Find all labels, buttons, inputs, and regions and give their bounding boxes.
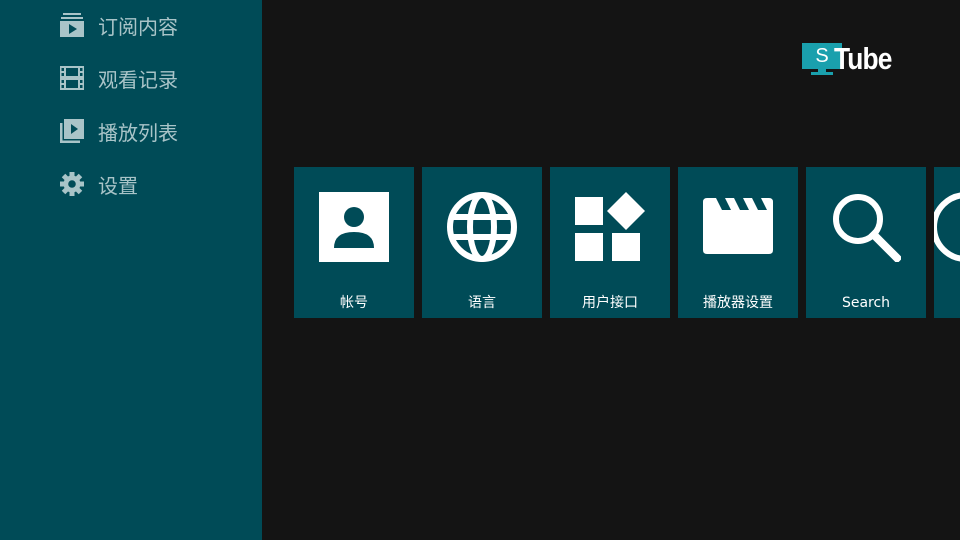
sidebar-item-label: 观看记录 xyxy=(98,67,178,92)
sidebar-item-label: 订阅内容 xyxy=(98,14,178,39)
card-player-settings[interactable]: 播放器设置 xyxy=(678,167,798,318)
sidebar-item-settings[interactable]: 设置 xyxy=(58,167,138,201)
search-icon xyxy=(833,194,901,262)
card-language[interactable]: 语言 xyxy=(422,167,542,318)
globe-icon xyxy=(447,192,517,262)
app-root: 订阅内容 观看记录 播放列表 设置 S Tube 帐号 语言 用户接口 播放器设… xyxy=(0,0,960,540)
history-film-icon xyxy=(58,64,86,92)
sidebar-item-playlists[interactable]: 播放列表 xyxy=(58,114,178,148)
playlist-icon xyxy=(58,117,86,145)
subscriptions-icon xyxy=(58,11,86,39)
card-user-interface[interactable]: 用户接口 xyxy=(550,167,670,318)
sidebar-item-history[interactable]: 观看记录 xyxy=(58,61,178,95)
stube-logo: S Tube xyxy=(802,42,902,76)
card-label: 语言 xyxy=(468,295,496,311)
tv-badge-icon: S xyxy=(802,43,842,75)
gear-icon xyxy=(58,170,86,198)
partial-card-icon xyxy=(934,192,960,262)
sidebar: 订阅内容 观看记录 播放列表 设置 xyxy=(0,0,262,540)
account-icon xyxy=(319,192,389,262)
card-label: Search xyxy=(841,295,891,311)
logo-wordmark: Tube xyxy=(834,41,892,76)
card-label: 播放器设置 xyxy=(703,295,773,311)
card-label: 用户接口 xyxy=(582,295,638,311)
card-search[interactable]: Search xyxy=(806,167,926,318)
sidebar-item-subscriptions[interactable]: 订阅内容 xyxy=(58,8,178,42)
widgets-icon xyxy=(575,192,645,261)
card-partial[interactable] xyxy=(934,167,960,318)
sidebar-item-label: 播放列表 xyxy=(98,120,178,145)
card-account[interactable]: 帐号 xyxy=(294,167,414,318)
clapperboard-icon xyxy=(703,198,773,254)
sidebar-item-label: 设置 xyxy=(98,173,138,198)
card-label: 帐号 xyxy=(340,295,368,311)
